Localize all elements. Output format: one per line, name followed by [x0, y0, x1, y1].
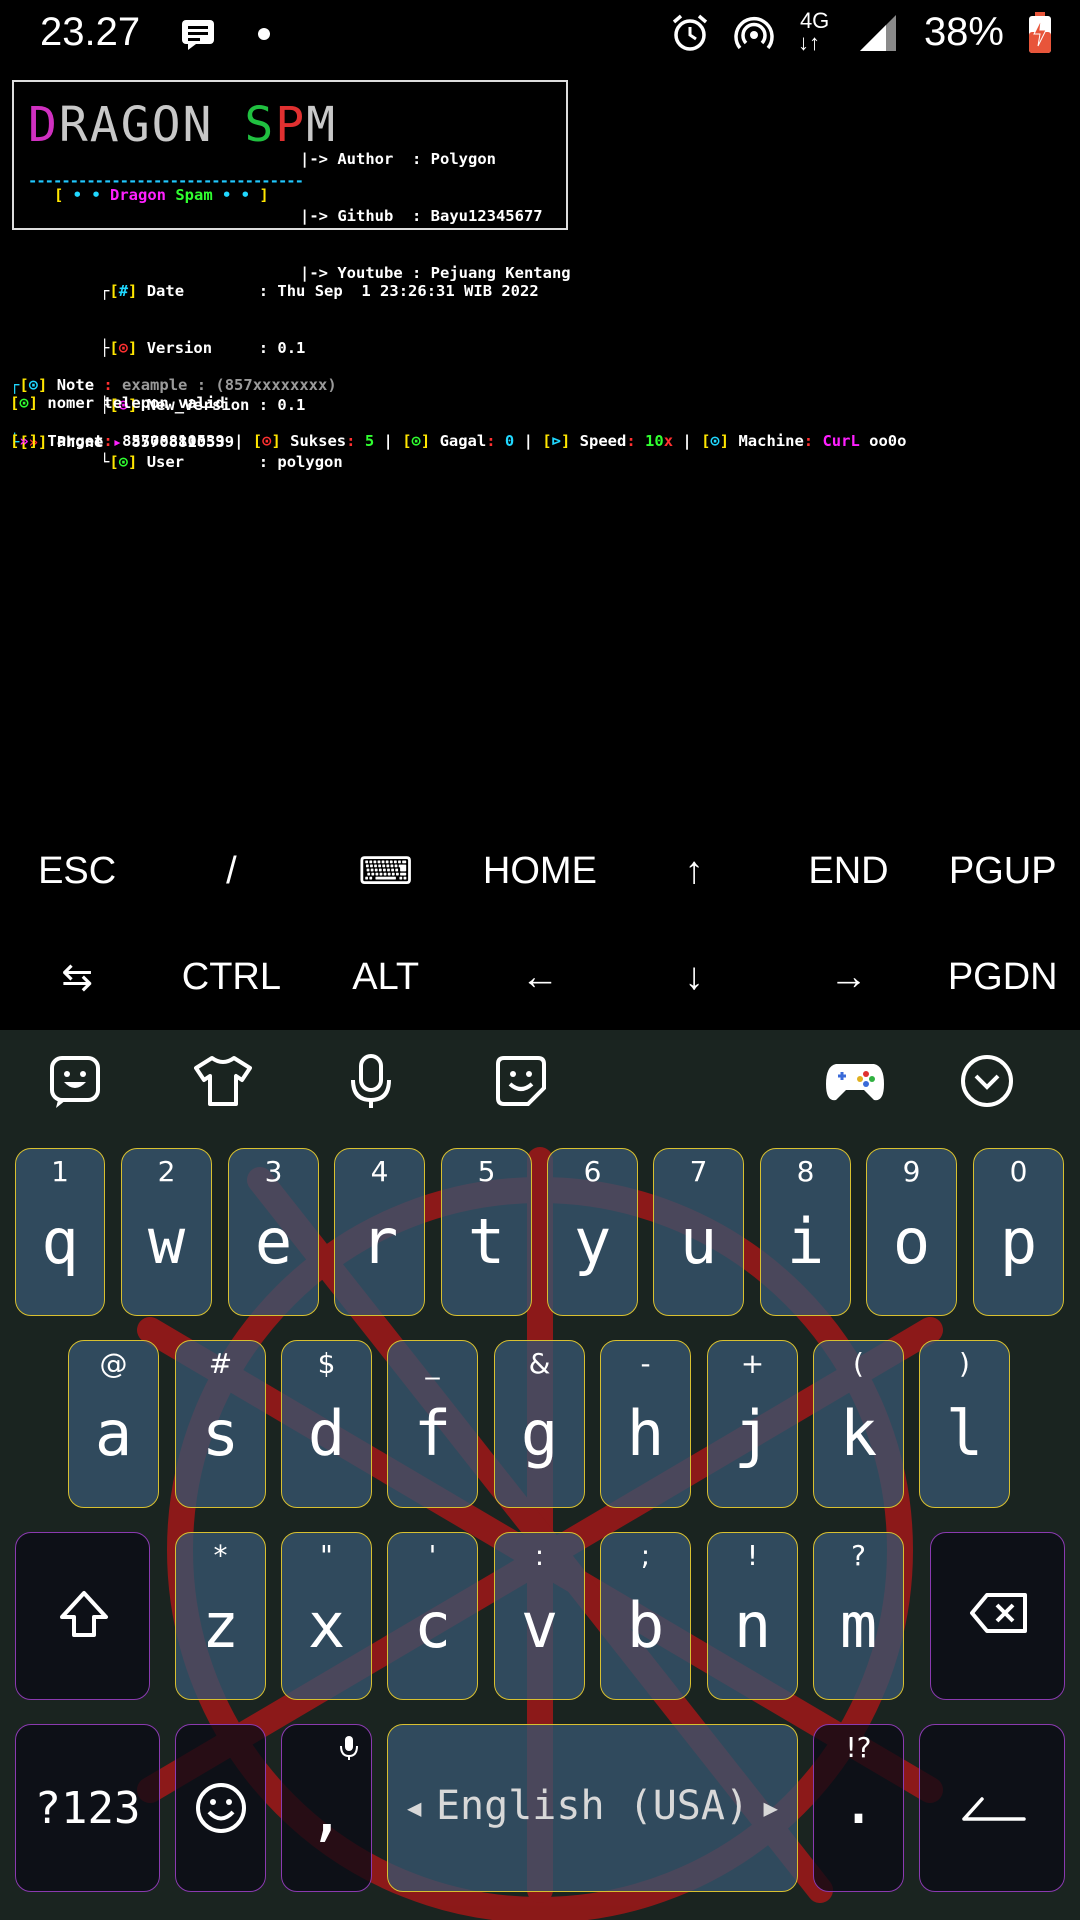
terminal-output: DRAGON SPM |-> Author : Polygon |-> Gith…: [10, 80, 1070, 471]
key-l[interactable]: ) l: [919, 1340, 1010, 1508]
shift-key[interactable]: [15, 1532, 150, 1700]
sticker-icon[interactable]: [48, 1054, 102, 1108]
signal-icon: [859, 14, 896, 51]
emoji-key[interactable]: [175, 1724, 266, 1892]
pgdn-key[interactable]: PGDN: [926, 956, 1080, 999]
emoji-sticker-icon[interactable]: [494, 1054, 548, 1108]
banner-box: DRAGON SPM |-> Author : Polygon |-> Gith…: [12, 80, 571, 282]
key-d[interactable]: $ d: [281, 1340, 372, 1508]
hotspot-icon: [734, 16, 774, 49]
space-language-label: ◀ English (USA) ▶: [407, 1783, 778, 1829]
key-j[interactable]: + j: [707, 1340, 798, 1508]
slash-key[interactable]: /: [154, 850, 308, 893]
alt-key[interactable]: ALT: [309, 956, 463, 999]
tab-key[interactable]: ⇆: [0, 955, 154, 1000]
backspace-icon: [970, 1593, 1027, 1633]
key-y[interactable]: 6y: [547, 1148, 638, 1316]
key-w[interactable]: 2w: [121, 1148, 212, 1316]
end-key[interactable]: END: [771, 850, 925, 893]
ctrl-key[interactable]: CTRL: [154, 956, 308, 999]
battery-charging-icon: [1029, 11, 1051, 53]
key-r[interactable]: 4r: [334, 1148, 425, 1316]
backspace-key[interactable]: [930, 1532, 1065, 1700]
key-h[interactable]: -h: [600, 1340, 691, 1508]
key-p[interactable]: 0p: [973, 1148, 1064, 1316]
language-prev-icon: ◀: [407, 1794, 436, 1822]
keyboard-toolbar: [0, 1030, 1080, 1140]
microphone-icon[interactable]: [348, 1054, 394, 1110]
key-q[interactable]: 1q: [15, 1148, 105, 1316]
soft-keyboard: 1q 2w 3e 4r 5t 6y 7u 8i 9o 0p @ a # s $ d _…: [0, 1030, 1080, 1920]
keyboard-toggle-icon[interactable]: ⌨: [309, 849, 463, 894]
key-a[interactable]: @ a: [68, 1340, 159, 1508]
key-b[interactable]: ; b: [600, 1532, 691, 1700]
key-k[interactable]: (k: [813, 1340, 904, 1508]
theme-icon[interactable]: [194, 1054, 252, 1108]
comma-key[interactable]: ,: [281, 1724, 372, 1892]
collapse-icon[interactable]: [960, 1054, 1014, 1108]
esc-key[interactable]: ESC: [0, 850, 154, 893]
status-time: 23.27: [40, 10, 141, 54]
extra-keys-row-2: ⇆ CTRL ALT ← ↓ → PGDN: [0, 924, 1080, 1030]
battery-percent: 38%: [923, 10, 1004, 54]
key-m[interactable]: ? m: [813, 1532, 904, 1700]
home-key[interactable]: HOME: [463, 850, 617, 893]
key-z[interactable]: * z: [175, 1532, 266, 1700]
key-g[interactable]: & g: [494, 1340, 585, 1508]
extra-keys-row-1: ESC / ⌨ HOME ↑ END PGUP: [0, 818, 1080, 924]
arrow-left-key[interactable]: ←: [463, 956, 617, 999]
key-v[interactable]: :v: [494, 1532, 585, 1700]
target-status-line: [»] Target: 85708810539 | [⊙] Sukses: 5 …: [10, 432, 907, 450]
key-x[interactable]: " x: [281, 1532, 372, 1700]
banner-tagline: [ • • Dragon Spam • • ]: [54, 186, 269, 204]
key-i[interactable]: 8i: [760, 1148, 851, 1316]
key-s[interactable]: # s: [175, 1340, 266, 1508]
key-n[interactable]: ! n: [707, 1532, 798, 1700]
arrow-down-key[interactable]: ↓: [617, 956, 771, 999]
period-key[interactable]: !? .: [813, 1724, 904, 1892]
alarm-icon: [672, 14, 708, 51]
key-f[interactable]: _ f: [387, 1340, 478, 1508]
language-next-icon: ▶: [749, 1794, 778, 1822]
notification-dot-icon: [258, 28, 270, 40]
key-u[interactable]: 7u: [653, 1148, 744, 1316]
key-o[interactable]: 9o: [866, 1148, 957, 1316]
small-mic-icon: [340, 1736, 358, 1760]
status-bar: 23.27 4G ↓↑ 38%: [0, 0, 1080, 70]
symbols-key[interactable]: ?123: [15, 1724, 160, 1892]
valid-line: [⊙] nomer telepon valid: [10, 394, 225, 412]
phone-input-block: ┌[⊙] Note : example : (857xxxxxxxx) └[»]…: [10, 338, 337, 490]
arrow-right-key[interactable]: →: [771, 956, 925, 999]
message-notification-icon: [182, 20, 214, 50]
enter-key[interactable]: [919, 1724, 1065, 1892]
shift-icon: [60, 1591, 108, 1637]
arrow-up-key[interactable]: ↑: [617, 850, 771, 893]
dragon-spm-logo: DRAGON SPM: [28, 97, 338, 153]
key-t[interactable]: 5t: [441, 1148, 532, 1316]
note-line: ┌[⊙] Note : example : (857xxxxxxxx): [10, 376, 337, 394]
space-key[interactable]: ◀ English (USA) ▶: [387, 1724, 798, 1892]
enter-icon: [962, 1797, 1026, 1821]
pgup-key[interactable]: PGUP: [926, 850, 1080, 893]
gamepad-icon[interactable]: [824, 1054, 886, 1108]
info-date: ┌[#] Date : Thu Sep 1 23:26:31 WIB 2022: [100, 282, 539, 300]
network-4g-icon: 4G ↓↑: [797, 7, 830, 55]
key-c[interactable]: ' c: [387, 1532, 478, 1700]
github-value: Bayu12345677: [430, 207, 543, 225]
key-e[interactable]: 3e: [228, 1148, 319, 1316]
emoji-icon: [196, 1783, 246, 1833]
author-value: Polygon: [430, 150, 496, 168]
